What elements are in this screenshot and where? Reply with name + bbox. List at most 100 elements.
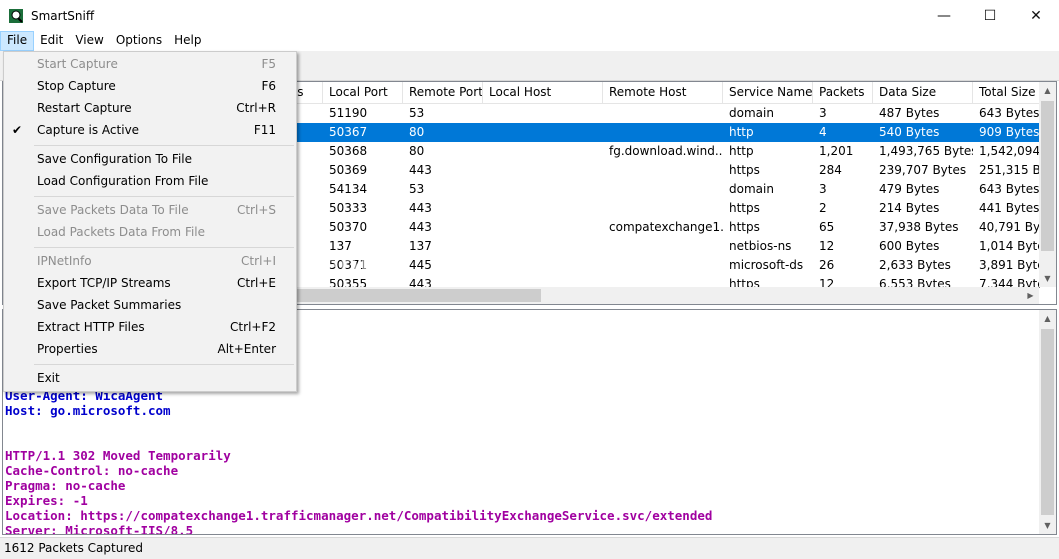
- table-cell: 26: [819, 258, 835, 272]
- menu-item-label: Stop Capture: [37, 79, 116, 93]
- file-menu-item[interactable]: IPNetInfo Ctrl+I: [4, 250, 296, 272]
- table-cell: [483, 256, 603, 275]
- file-menu-item[interactable]: Extract HTTP Files Ctrl+F2: [4, 316, 296, 338]
- col-service-name[interactable]: Service Name: [723, 82, 813, 104]
- col-remote-port[interactable]: Remote Port: [403, 82, 483, 104]
- menu-item-label: Load Packets Data From File: [37, 225, 206, 239]
- file-menu-item[interactable]: ✔ Capture is Active F11: [4, 119, 296, 141]
- menu-item-label: Load Configuration From File: [37, 174, 209, 188]
- close-button[interactable]: ✕: [1013, 0, 1059, 31]
- col-total-size[interactable]: Total Size: [973, 82, 1040, 104]
- menu-item-shortcut: F6: [261, 79, 276, 93]
- table-cell: 487 Bytes: [879, 106, 940, 120]
- table-cell: 441 Bytes: [979, 201, 1040, 215]
- table-cell: 3,891 Bytes: [979, 258, 1040, 272]
- file-menu-item[interactable]: Save Packet Summaries: [4, 294, 296, 316]
- menu-item-shortcut: Ctrl+F2: [230, 320, 276, 334]
- menu-separator: [34, 247, 294, 248]
- status-text: 1612 Packets Captured: [4, 541, 144, 555]
- menu-separator: [34, 196, 294, 197]
- menu-item-shortcut: Ctrl+R: [236, 101, 276, 115]
- file-menu-item[interactable]: Exit: [4, 367, 296, 389]
- table-cell: [483, 142, 603, 161]
- file-menu-item[interactable]: Save Configuration To File: [4, 148, 296, 170]
- scroll-up-icon[interactable]: ▲: [1039, 82, 1056, 99]
- file-menu-item[interactable]: Save Packets Data To File Ctrl+S: [4, 199, 296, 221]
- file-menu-item[interactable]: Stop Capture F6: [4, 75, 296, 97]
- menu-edit[interactable]: Edit: [34, 31, 69, 51]
- table-cell: 2: [819, 201, 827, 215]
- table-cell: [603, 237, 723, 256]
- title-bar: SmartSniff — ☐ ✕: [0, 0, 1059, 31]
- minimize-button[interactable]: —: [921, 0, 967, 31]
- table-cell: 50370: [329, 220, 368, 234]
- stream-line: Host: go.microsoft.com: [5, 403, 171, 418]
- scroll-right-icon[interactable]: ▶: [1022, 287, 1039, 304]
- table-cell: https: [729, 220, 760, 234]
- stream-line: Cache-Control: no-cache: [5, 463, 179, 478]
- table-cell: 4: [819, 125, 827, 139]
- table-cell: 643 Bytes: [979, 106, 1040, 120]
- menu-item-shortcut: Ctrl+I: [241, 254, 276, 268]
- maximize-button[interactable]: ☐: [967, 0, 1013, 31]
- table-cell: 37,938 Bytes: [879, 220, 959, 234]
- menu-bar: File Edit View Options Help: [0, 31, 1059, 51]
- col-local-host[interactable]: Local Host: [483, 82, 603, 104]
- table-cell: 443: [409, 163, 432, 177]
- menu-item-label: Capture is Active: [37, 123, 140, 137]
- table-cell: 239,707 Bytes: [879, 163, 967, 177]
- col-remote-host[interactable]: Remote Host: [603, 82, 723, 104]
- menu-item-label: Exit: [37, 371, 60, 385]
- text-vertical-scrollbar[interactable]: ▲ ▼: [1039, 310, 1056, 534]
- file-menu-item[interactable]: Start Capture F5: [4, 53, 296, 75]
- text-scroll-thumb[interactable]: [1041, 329, 1054, 515]
- file-menu-item[interactable]: Properties Alt+Enter: [4, 338, 296, 360]
- table-cell: [483, 180, 603, 199]
- stream-line: Location: https://compatexchange1.traffi…: [5, 508, 713, 523]
- hscroll-thumb[interactable]: [293, 289, 541, 302]
- list-vertical-scrollbar[interactable]: ▲ ▼: [1039, 82, 1056, 287]
- table-cell: 12: [819, 239, 835, 253]
- file-menu-item[interactable]: Restart Capture Ctrl+R: [4, 97, 296, 119]
- stream-line: HTTP/1.1 302 Moved Temporarily: [5, 448, 231, 463]
- col-local-port[interactable]: Local Port: [323, 82, 403, 104]
- col-data-size[interactable]: Data Size: [873, 82, 973, 104]
- table-cell: 3: [819, 182, 827, 196]
- stream-text: User-Agent: WicaAgent Host: go.microsoft.…: [5, 388, 713, 534]
- text-scroll-down-icon[interactable]: ▼: [1039, 517, 1056, 534]
- table-cell: 1,014 Bytes: [979, 239, 1040, 253]
- scroll-down-icon[interactable]: ▼: [1039, 270, 1056, 287]
- menu-item-shortcut: F5: [261, 57, 276, 71]
- table-cell: [603, 256, 723, 275]
- menu-help[interactable]: Help: [168, 31, 207, 51]
- text-scroll-up-icon[interactable]: ▲: [1039, 310, 1056, 327]
- menu-file[interactable]: File: [0, 31, 35, 51]
- table-cell: http: [729, 144, 754, 158]
- file-menu-item[interactable]: Load Configuration From File: [4, 170, 296, 192]
- checkmark-icon: ✔: [12, 123, 23, 137]
- table-cell: [483, 199, 603, 218]
- table-cell: [603, 161, 723, 180]
- table-cell: 80: [409, 125, 425, 139]
- file-menu-item[interactable]: Export TCP/IP Streams Ctrl+E: [4, 272, 296, 294]
- table-cell: 40,791 Bytes: [979, 220, 1040, 234]
- table-cell: 2,633 Bytes: [879, 258, 951, 272]
- file-menu-item[interactable]: Load Packets Data From File: [4, 221, 296, 243]
- file-menu-dropdown: Start Capture F5 Stop Capture F6 Restart Cap…: [3, 51, 297, 392]
- close-icon: ✕: [1030, 7, 1042, 24]
- menu-item-label: Start Capture: [37, 57, 118, 71]
- menu-item-label: Extract HTTP Files: [37, 320, 145, 334]
- table-cell: fg.download.wind...: [609, 144, 723, 158]
- table-cell: 445: [409, 258, 432, 272]
- menu-view[interactable]: View: [69, 31, 109, 51]
- table-cell: http: [729, 125, 754, 139]
- table-cell: netbios-ns: [729, 239, 792, 253]
- table-cell: microsoft-ds: [729, 258, 804, 272]
- menu-item-label: Save Packets Data To File: [37, 203, 189, 217]
- table-cell: [483, 218, 603, 237]
- col-packets[interactable]: Packets: [813, 82, 873, 104]
- table-cell: 443: [409, 201, 432, 215]
- scroll-thumb[interactable]: [1041, 101, 1054, 251]
- menu-options[interactable]: Options: [110, 31, 168, 51]
- table-cell: https: [729, 163, 760, 177]
